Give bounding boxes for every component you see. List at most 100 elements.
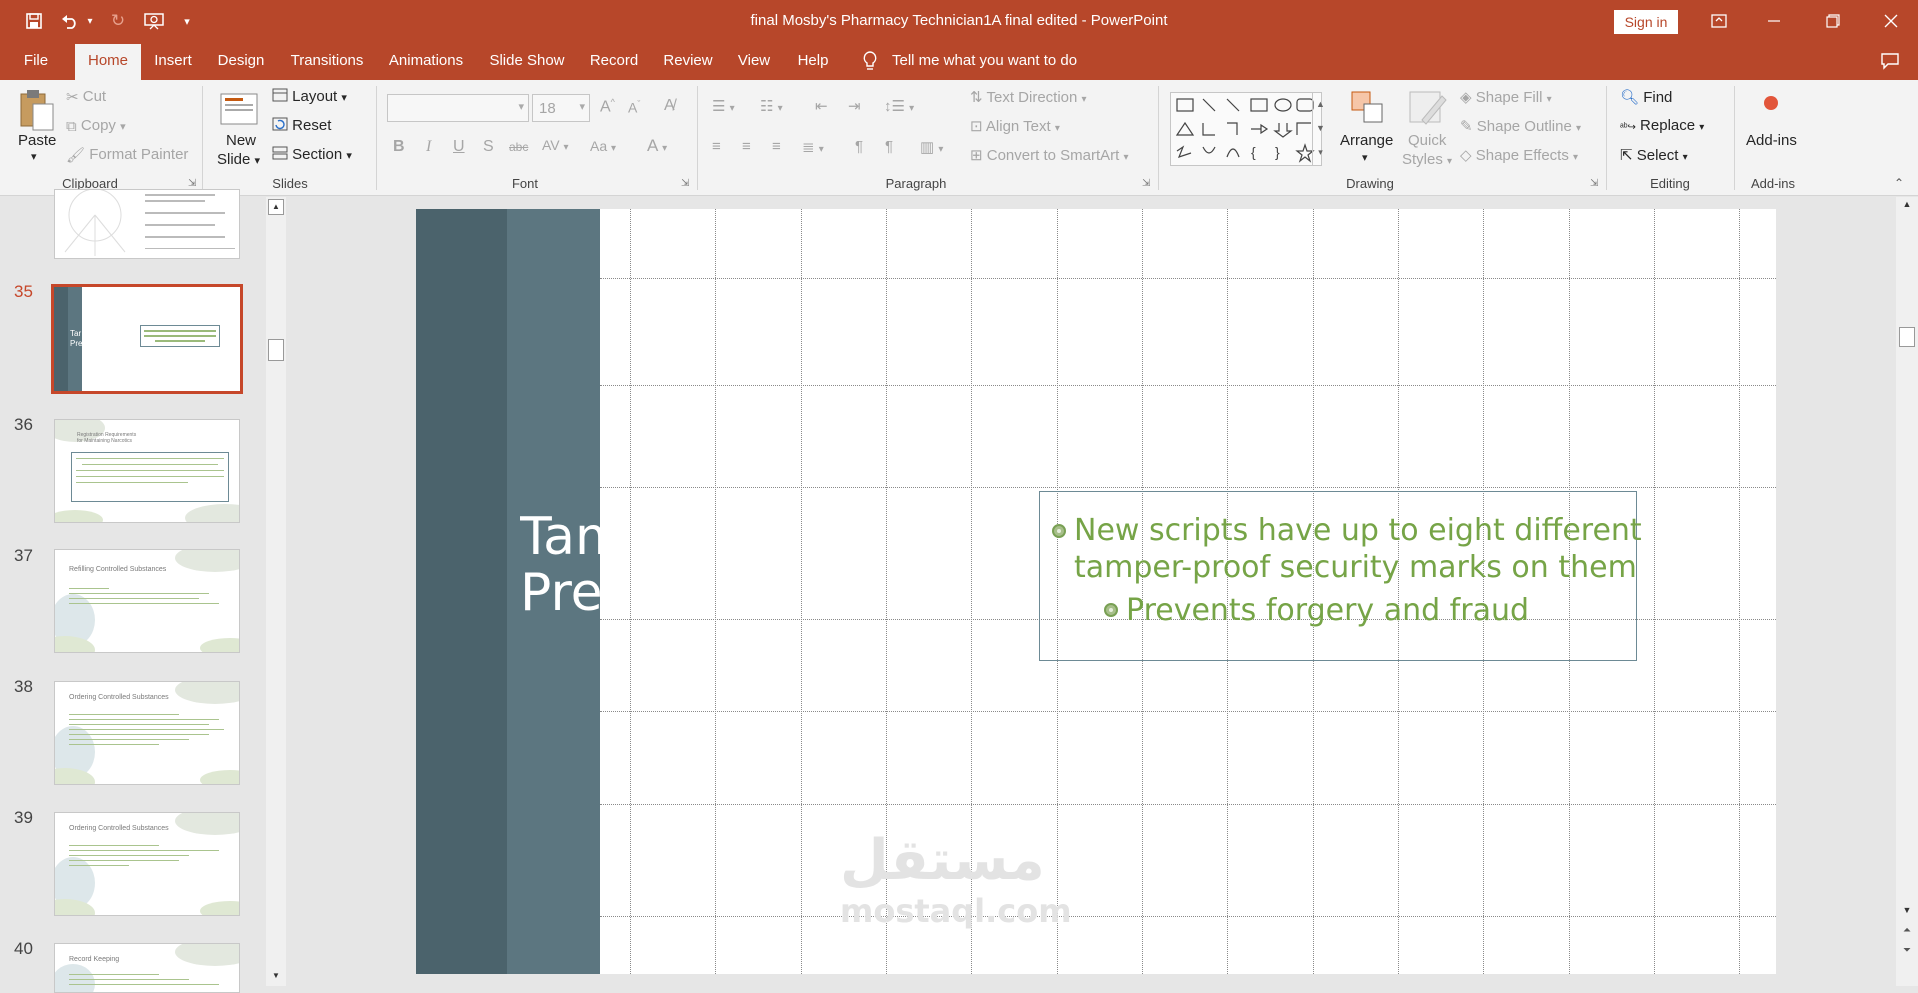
rtl-icon: ¶ bbox=[885, 138, 894, 155]
slide-thumbnail-38[interactable]: Ordering Controlled Substances bbox=[54, 681, 240, 785]
thumb-line bbox=[69, 865, 129, 866]
slide-thumbnail-35[interactable]: Tar Pre bbox=[51, 284, 243, 394]
reset-button[interactable]: Reset bbox=[272, 117, 331, 135]
shapes-gallery[interactable]: {} bbox=[1170, 92, 1322, 166]
replace-button[interactable]: ᵃᵇ↪ Replace ▾ bbox=[1620, 117, 1704, 134]
new-slide-icon[interactable] bbox=[219, 88, 259, 131]
scroll-down-icon[interactable]: ▼ bbox=[1899, 905, 1915, 919]
arrange-icon[interactable] bbox=[1350, 88, 1386, 129]
thumbnails-scrollbar[interactable]: ▲ ▼ bbox=[266, 197, 286, 986]
decrease-indent-icon: ⇤ bbox=[815, 98, 828, 115]
new-slide-label-1[interactable]: New bbox=[226, 132, 256, 149]
chevron-down-icon: ▾ bbox=[254, 155, 261, 167]
chevron-down-icon: ▾ bbox=[1123, 152, 1129, 163]
chevron-down-icon: ▾ bbox=[1573, 152, 1579, 163]
align-right-icon: ≡ bbox=[772, 138, 781, 155]
font-group-label: Font bbox=[511, 176, 538, 191]
paste-dropdown-icon[interactable]: ▾ bbox=[31, 150, 37, 163]
paste-icon[interactable] bbox=[18, 88, 56, 135]
thumb-line bbox=[69, 855, 189, 856]
slide-title[interactable]: Tam Pre bbox=[520, 509, 600, 619]
bullet-icon bbox=[1104, 603, 1118, 617]
thumb-line bbox=[69, 984, 219, 985]
drawing-launcher-icon[interactable]: ⇲ bbox=[1590, 178, 1598, 189]
slide-thumbnail-34[interactable] bbox=[54, 189, 240, 259]
select-button[interactable]: ⇱ Select ▾ bbox=[1620, 146, 1688, 164]
restore-icon[interactable] bbox=[1810, 0, 1856, 42]
tab-home[interactable]: Home bbox=[75, 44, 141, 80]
quick-styles-label-1: Quick bbox=[1408, 132, 1447, 149]
layout-button[interactable]: Layout ▾ bbox=[272, 88, 347, 106]
tab-slide-show[interactable]: Slide Show bbox=[483, 42, 571, 80]
new-slide-button[interactable]: Slide ▾ bbox=[217, 151, 260, 168]
scroll-thumb[interactable] bbox=[268, 339, 284, 361]
comments-icon[interactable] bbox=[1880, 52, 1900, 73]
slide-thumbnail-37[interactable]: Refilling Controlled Substances bbox=[54, 549, 240, 653]
thumb-title: Ordering Controlled Substances bbox=[69, 825, 169, 832]
thumb-line bbox=[69, 593, 209, 594]
thumb-line bbox=[82, 464, 218, 465]
paragraph-group-label: Paragraph bbox=[885, 176, 947, 191]
slide-canvas[interactable]: Tam Pre New scripts have up to eight dif… bbox=[416, 209, 1776, 974]
paragraph-launcher-icon[interactable]: ⇲ bbox=[1142, 178, 1150, 189]
slide-thumbnail-39[interactable]: Ordering Controlled Substances bbox=[54, 812, 240, 916]
slide-thumbnail-36[interactable]: Registration Requirements for Maintainin… bbox=[54, 419, 240, 523]
new-slide-label-2: Slide bbox=[217, 151, 251, 168]
thumb-body bbox=[69, 710, 229, 745]
scroll-thumb[interactable] bbox=[1899, 327, 1915, 347]
ribbon-display-options-icon[interactable] bbox=[1696, 0, 1742, 42]
thumb-line bbox=[76, 458, 224, 459]
add-ins-icon[interactable] bbox=[1764, 96, 1778, 110]
bullets-icon: ☰ ▾ bbox=[712, 98, 735, 115]
scissors-icon: ✂ bbox=[66, 89, 79, 107]
chevron-down-icon[interactable]: ▾ bbox=[1362, 151, 1368, 164]
scroll-down-icon[interactable]: ▼ bbox=[268, 971, 284, 985]
scroll-up-icon[interactable]: ▲ bbox=[268, 199, 284, 215]
drawing-group-label: Drawing bbox=[1346, 176, 1394, 191]
tab-record[interactable]: Record bbox=[584, 42, 644, 80]
shape-effects-button: ◇ Shape Effects ▾ bbox=[1460, 146, 1578, 164]
font-launcher-icon[interactable]: ⇲ bbox=[681, 178, 689, 189]
slide-scrollbar[interactable]: ▲ ▼ ⏶ ⏷ bbox=[1896, 197, 1918, 986]
scroll-up-icon[interactable]: ▲ bbox=[1899, 199, 1915, 215]
change-case-icon: Aa ▾ bbox=[590, 138, 617, 154]
tab-review[interactable]: Review bbox=[656, 42, 720, 80]
sign-in-button[interactable]: Sign in bbox=[1614, 10, 1678, 34]
next-slide-icon[interactable]: ⏷ bbox=[1899, 945, 1915, 963]
section-button[interactable]: Section ▾ bbox=[272, 146, 352, 164]
paste-button[interactable]: Paste bbox=[18, 132, 56, 149]
arrange-button[interactable]: Arrange bbox=[1340, 132, 1393, 149]
section-icon bbox=[272, 146, 288, 164]
thumb-title: Record Keeping bbox=[69, 956, 120, 963]
tab-file[interactable]: File bbox=[14, 42, 58, 80]
thumb-line bbox=[69, 860, 179, 861]
minimize-icon[interactable] bbox=[1751, 0, 1797, 42]
line-spacing-icon: ↕☰ ▾ bbox=[884, 98, 915, 115]
tab-animations[interactable]: Animations bbox=[383, 42, 469, 80]
format-painter-button: 🖌 Format Painter bbox=[66, 146, 188, 164]
text-direction-icon: ⇅ bbox=[970, 89, 983, 106]
tab-help[interactable]: Help bbox=[788, 42, 838, 80]
gridline-vertical bbox=[1654, 209, 1655, 974]
add-ins-group-label: Add-ins bbox=[1750, 176, 1796, 191]
clipboard-launcher-icon[interactable]: ⇲ bbox=[188, 178, 196, 189]
lightbulb-icon bbox=[862, 51, 878, 74]
chevron-down-icon: ▾ bbox=[346, 150, 352, 162]
tab-design[interactable]: Design bbox=[212, 42, 270, 80]
italic-icon: I bbox=[426, 138, 432, 155]
content-textbox[interactable]: New scripts have up to eight different t… bbox=[1039, 491, 1642, 661]
numbering-icon: ☷ ▾ bbox=[760, 98, 783, 115]
close-icon[interactable] bbox=[1868, 0, 1914, 42]
collapse-ribbon-icon[interactable]: ⌃ bbox=[1894, 176, 1904, 190]
tab-view[interactable]: View bbox=[732, 42, 776, 80]
tell-me-search[interactable]: Tell me what you want to do bbox=[892, 42, 1092, 80]
thumb-title: Registration Requirements for Maintainin… bbox=[77, 432, 137, 444]
tab-insert[interactable]: Insert bbox=[150, 42, 196, 80]
find-button[interactable]: 🔍︎ Find bbox=[1620, 88, 1672, 106]
shapes-gallery-scroll[interactable]: ▲ ▼ ▾ bbox=[1312, 92, 1328, 166]
add-ins-button[interactable]: Add-ins bbox=[1746, 132, 1797, 149]
previous-slide-icon[interactable]: ⏶ bbox=[1899, 925, 1915, 943]
tab-transitions[interactable]: Transitions bbox=[285, 42, 369, 80]
thumb-line bbox=[69, 739, 189, 740]
thumb-band-dark bbox=[54, 287, 68, 391]
